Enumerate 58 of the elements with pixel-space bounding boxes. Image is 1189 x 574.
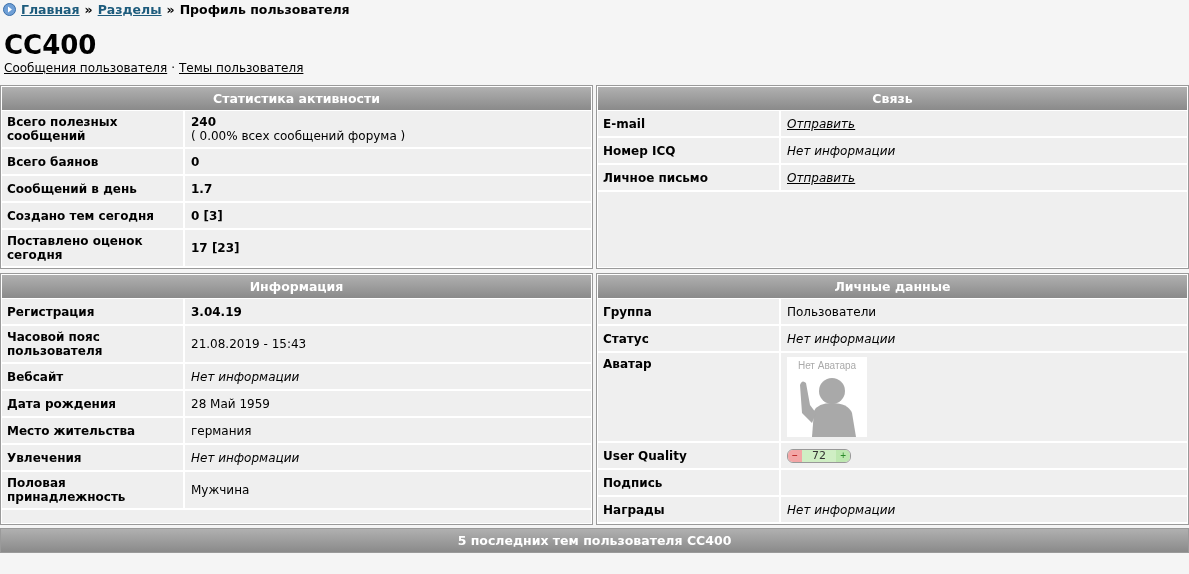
send-link[interactable]: Отправить: [787, 170, 856, 185]
field-value: Нет информации: [191, 450, 300, 465]
breadcrumb-separator: »: [166, 1, 175, 17]
field-label: Создано тем сегодня: [1, 203, 185, 228]
field-value: 1.7: [191, 181, 213, 196]
section-header: 5 последних тем пользователя CC400: [0, 528, 1189, 553]
field-label: Подпись: [597, 470, 781, 495]
field-value: Нет информации: [191, 369, 300, 384]
link-separator: ·: [171, 61, 175, 75]
breadcrumb-current: Профиль пользователя: [179, 1, 350, 17]
minus-button[interactable]: −: [788, 449, 802, 462]
field-label: Личное письмо: [597, 165, 781, 190]
field-value: 28 Май 1959: [191, 396, 270, 411]
quality-score: 72: [801, 449, 837, 462]
field-label: Группа: [597, 299, 781, 324]
field-value: 240: [191, 115, 218, 129]
field-value: 0 [3]: [191, 208, 223, 223]
field-value: Нет информации: [787, 331, 896, 346]
avatar-caption: Нет Аватара: [797, 359, 857, 373]
breadcrumb-separator: »: [84, 1, 93, 17]
field-value: Нет информации: [787, 502, 896, 517]
field-value: 17 [23]: [191, 241, 240, 255]
panel-header: Информация: [1, 274, 592, 299]
field-label: Дата рождения: [1, 391, 185, 416]
field-value: Мужчина: [191, 483, 250, 497]
field-label: Место жительства: [1, 418, 185, 443]
panel-header: Личные данные: [597, 274, 1188, 299]
user-link[interactable]: Темы пользователя: [179, 61, 304, 75]
user-link[interactable]: Сообщения пользователя: [4, 61, 168, 75]
field-label: Поставлено оценок сегодня: [1, 230, 185, 266]
field-label: Всего баянов: [1, 149, 185, 174]
field-label: Награды: [597, 497, 781, 522]
field-value: 21.08.2019 - 15:43: [191, 337, 307, 351]
field-value: германия: [191, 423, 252, 438]
send-link[interactable]: Отправить: [787, 116, 856, 131]
field-note: ( 0.00% всех сообщений форума ): [191, 129, 406, 143]
field-label: Аватар: [597, 353, 781, 441]
username-heading: CC400: [4, 30, 98, 60]
breadcrumb-link[interactable]: Главная: [21, 1, 80, 17]
field-value: 0: [191, 154, 200, 169]
breadcrumb-link[interactable]: Разделы: [97, 1, 162, 17]
field-label: Часовой пояс пользователя: [1, 326, 185, 362]
panel-header: Связь: [597, 86, 1188, 111]
field-label: Регистрация: [1, 299, 185, 324]
field-value: Нет информации: [787, 143, 896, 158]
field-label: User Quality: [597, 443, 781, 468]
field-label: Сообщений в день: [1, 176, 185, 201]
field-label: Половая принадлежность: [1, 472, 185, 508]
field-label: Вебсайт: [1, 364, 185, 389]
field-label: Статус: [597, 326, 781, 351]
field-label: Всего полезных сообщений: [1, 111, 185, 147]
panel-header: Статистика активности: [1, 86, 592, 111]
field-label: Увлечения: [1, 445, 185, 470]
field-value: Пользователи: [787, 304, 877, 319]
field-value: 3.04.19: [191, 304, 242, 319]
field-label: E-mail: [597, 111, 781, 136]
field-label: Номер ICQ: [597, 138, 781, 163]
bullet-icon: [3, 2, 16, 16]
